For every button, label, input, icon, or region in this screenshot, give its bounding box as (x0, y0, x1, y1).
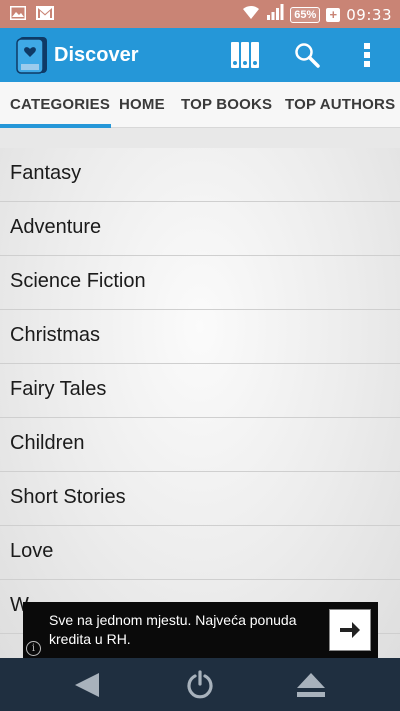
category-label: Science Fiction (10, 270, 146, 292)
category-label: Short Stories (10, 486, 126, 508)
power-icon[interactable] (183, 668, 217, 702)
ad-info-icon[interactable]: i (26, 641, 41, 656)
category-label: Love (10, 540, 54, 562)
category-label: Adventure (10, 216, 102, 238)
app-bar: Discover (0, 28, 400, 82)
back-icon[interactable] (70, 668, 104, 702)
gmail-icon (36, 6, 54, 25)
category-list[interactable]: Fantasy Adventure Science Fiction Christ… (0, 148, 400, 658)
arrow-right-icon[interactable] (329, 609, 371, 651)
tab-indicator (0, 124, 111, 128)
eject-icon[interactable] (294, 668, 328, 702)
category-label: Fairy Tales (10, 378, 107, 400)
battery-level: 65% (294, 8, 317, 21)
tab-top-authors[interactable]: TOP AUTHORS (285, 82, 395, 128)
status-bar: 65% + 09:33 (0, 0, 400, 28)
library-icon[interactable] (228, 38, 262, 72)
search-icon[interactable] (292, 38, 322, 72)
overflow-menu-icon[interactable] (354, 38, 380, 72)
ad-text: Sve na jednom mjestu. Najveća ponuda kre… (49, 612, 297, 647)
app-logo-icon[interactable] (16, 36, 49, 74)
list-item[interactable]: Fantasy (0, 148, 400, 202)
tab-top-books[interactable]: TOP BOOKS (181, 82, 272, 128)
list-item[interactable]: Science Fiction (0, 256, 400, 310)
image-icon (10, 6, 26, 25)
screen-title: Discover (54, 44, 139, 66)
category-label: Fantasy (10, 162, 82, 184)
tab-home[interactable]: HOME (119, 82, 165, 128)
status-time: 09:33 (346, 5, 392, 24)
list-item[interactable]: Adventure (0, 202, 400, 256)
list-item[interactable]: Short Stories (0, 472, 400, 526)
category-label: Christmas (10, 324, 101, 346)
signal-icon (266, 4, 284, 25)
navigation-bar (0, 658, 400, 711)
charging-icon: + (326, 7, 341, 22)
battery-indicator: 65% (290, 6, 321, 23)
tab-categories[interactable]: CATEGORIES (10, 82, 110, 128)
tab-bar: CATEGORIES HOME TOP BOOKS TOP AUTHORS (0, 82, 400, 128)
ad-banner[interactable]: Sve na jednom mjestu. Najveća ponuda kre… (23, 602, 378, 658)
list-item[interactable]: Fairy Tales (0, 364, 400, 418)
list-item[interactable]: Children (0, 418, 400, 472)
category-label: Children (10, 432, 85, 454)
wifi-icon (242, 4, 260, 25)
list-item[interactable]: Love (0, 526, 400, 580)
list-item[interactable]: Christmas (0, 310, 400, 364)
